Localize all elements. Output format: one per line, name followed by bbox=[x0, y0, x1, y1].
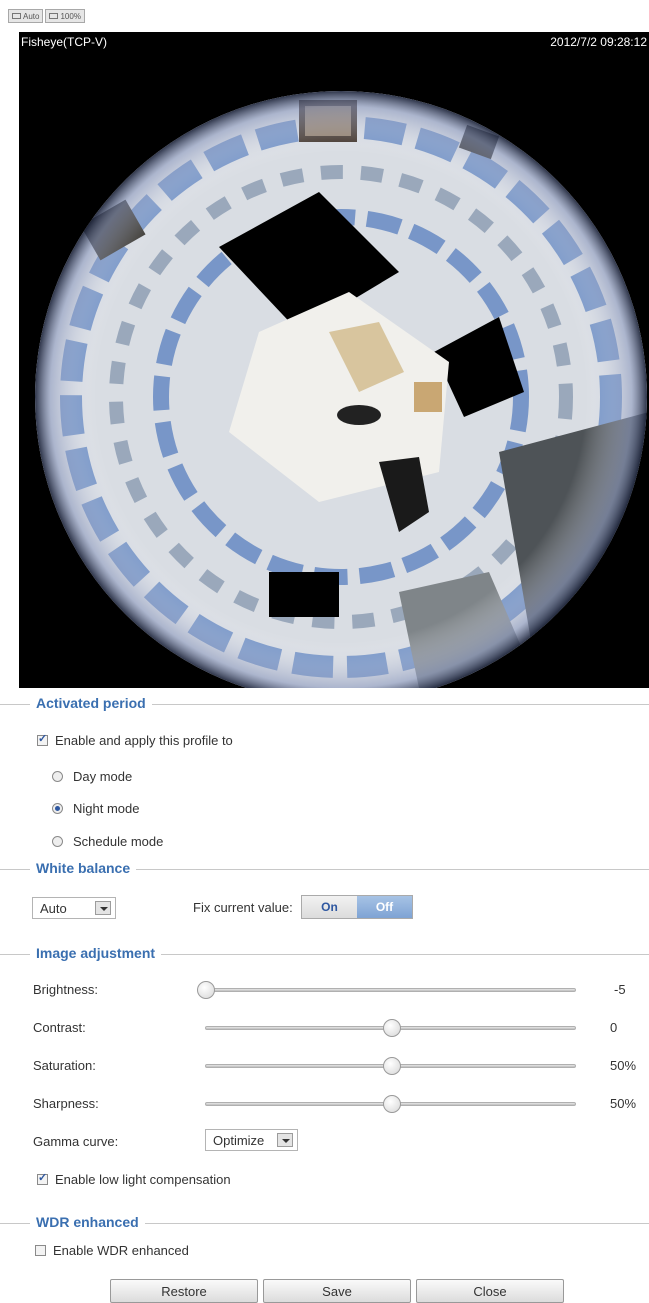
chevron-down-icon[interactable] bbox=[95, 901, 111, 915]
night-mode-radio[interactable] bbox=[52, 803, 63, 814]
auto-size-label: Auto bbox=[23, 11, 40, 21]
brightness-slider[interactable] bbox=[205, 988, 576, 992]
wdr-enhanced-title: WDR enhanced bbox=[30, 1214, 145, 1230]
enable-profile-label: Enable and apply this profile to bbox=[55, 733, 233, 748]
contrast-label: Contrast: bbox=[33, 1020, 86, 1035]
night-mode-label: Night mode bbox=[73, 801, 140, 816]
white-balance-section: White balance bbox=[0, 858, 649, 878]
wdr-label: Enable WDR enhanced bbox=[53, 1243, 189, 1258]
gamma-curve-label: Gamma curve: bbox=[33, 1134, 119, 1149]
wdr-checkbox[interactable] bbox=[35, 1245, 46, 1256]
brightness-slider-handle[interactable] bbox=[197, 981, 215, 999]
fisheye-video-view[interactable]: Fisheye(TCP-V) 2012/7/2 09:28:12 bbox=[19, 32, 649, 688]
full-size-label: 100% bbox=[60, 11, 81, 21]
white-balance-select[interactable]: Auto bbox=[32, 897, 116, 919]
saturation-label: Saturation: bbox=[33, 1058, 96, 1073]
enable-profile-checkbox[interactable] bbox=[37, 732, 48, 746]
brightness-label: Brightness: bbox=[33, 982, 99, 997]
sharpness-value: 50% bbox=[610, 1096, 637, 1111]
fix-current-value-label: Fix current value: bbox=[193, 900, 293, 915]
activated-period-section: Activated period bbox=[0, 693, 649, 713]
brightness-value: -5 bbox=[614, 982, 626, 997]
schedule-mode-label: Schedule mode bbox=[73, 834, 164, 849]
day-mode-label: Day mode bbox=[73, 769, 133, 784]
toggle-on-button[interactable]: On bbox=[302, 896, 357, 918]
day-mode-radio[interactable] bbox=[52, 771, 63, 782]
image-adjustment-section: Image adjustment bbox=[0, 943, 649, 963]
low-light-checkbox-row[interactable]: Enable low light compensation bbox=[37, 1171, 231, 1187]
low-light-label: Enable low light compensation bbox=[55, 1172, 231, 1187]
toggle-off-button[interactable]: Off bbox=[357, 896, 412, 918]
white-balance-value: Auto bbox=[40, 900, 67, 916]
save-button[interactable]: Save bbox=[263, 1279, 411, 1303]
enable-profile-checkbox-row[interactable]: Enable and apply this profile to bbox=[37, 732, 233, 748]
wdr-checkbox-row[interactable]: Enable WDR enhanced bbox=[35, 1243, 189, 1258]
fisheye-image bbox=[35, 91, 647, 688]
sharpness-label: Sharpness: bbox=[33, 1096, 99, 1111]
contrast-value: 0 bbox=[610, 1020, 618, 1035]
schedule-mode-radio[interactable] bbox=[52, 836, 63, 847]
view-toolbar: Auto 100% bbox=[8, 9, 85, 23]
image-adjustment-title: Image adjustment bbox=[30, 945, 162, 961]
gamma-curve-value: Optimize bbox=[213, 1132, 265, 1148]
saturation-slider-handle[interactable] bbox=[382, 1057, 401, 1075]
close-button[interactable]: Close bbox=[416, 1279, 564, 1303]
fix-value-toggle[interactable]: On Off bbox=[301, 895, 413, 919]
saturation-value: 50% bbox=[610, 1058, 637, 1073]
auto-size-icon bbox=[12, 13, 21, 19]
day-mode-option[interactable]: Day mode bbox=[52, 769, 132, 784]
full-size-button[interactable]: 100% bbox=[45, 9, 85, 23]
schedule-mode-option[interactable]: Schedule mode bbox=[52, 834, 163, 849]
sharpness-slider-handle[interactable] bbox=[382, 1095, 401, 1113]
low-light-checkbox[interactable] bbox=[37, 1171, 48, 1185]
auto-size-button[interactable]: Auto bbox=[8, 9, 44, 23]
gamma-curve-select[interactable]: Optimize bbox=[205, 1129, 298, 1151]
night-mode-option[interactable]: Night mode bbox=[52, 801, 139, 816]
contrast-slider-handle[interactable] bbox=[382, 1019, 401, 1037]
chevron-down-icon[interactable] bbox=[277, 1133, 293, 1147]
full-size-icon bbox=[49, 13, 59, 19]
activated-period-title: Activated period bbox=[30, 695, 152, 711]
white-balance-title: White balance bbox=[30, 860, 137, 876]
wdr-enhanced-section: WDR enhanced bbox=[0, 1212, 649, 1232]
restore-button[interactable]: Restore bbox=[110, 1279, 258, 1303]
